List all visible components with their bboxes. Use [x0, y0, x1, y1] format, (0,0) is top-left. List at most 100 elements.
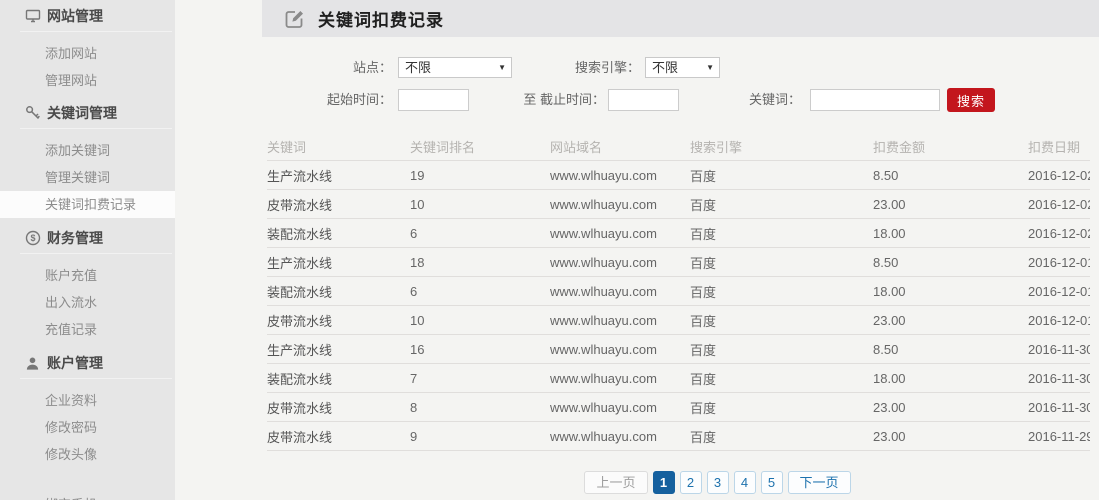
cell-amount: 18.00	[873, 226, 1028, 241]
pagination-page-4[interactable]: 4	[734, 471, 756, 494]
table-row: 生产流水线18www.wlhuayu.com百度8.502016-12-01	[267, 248, 1090, 277]
cell-engine: 百度	[690, 398, 873, 417]
sidebar-section-header: 账户管理	[0, 354, 175, 372]
sidebar-item-0-0[interactable]: 添加网站	[0, 40, 175, 67]
cell-date: 2016-12-02	[1028, 226, 1090, 241]
keyword-input[interactable]	[810, 89, 940, 111]
cell-amount: 8.50	[873, 255, 1028, 270]
column-header-1: 关键词排名	[410, 137, 550, 156]
sidebar-item-2-1[interactable]: 出入流水	[0, 289, 175, 316]
cell-rank: 8	[410, 400, 550, 415]
cell-rank: 18	[410, 255, 550, 270]
cell-keyword: 皮带流水线	[267, 427, 410, 446]
cell-domain: www.wlhuayu.com	[550, 284, 690, 299]
cell-keyword: 生产流水线	[267, 340, 410, 359]
cell-engine: 百度	[690, 282, 873, 301]
cell-amount: 23.00	[873, 313, 1028, 328]
table-row: 生产流水线19www.wlhuayu.com百度8.502016-12-02	[267, 161, 1090, 190]
sidebar-section-header: $ 财务管理	[0, 229, 175, 247]
sidebar-item-1-0[interactable]: 添加关键词	[0, 137, 175, 164]
end-time-input[interactable]	[608, 89, 679, 111]
cell-keyword: 装配流水线	[267, 369, 410, 388]
sidebar: 网站管理 添加网站管理网站 关键词管理 添加关键词管理关键词关键词扣费记录 $ …	[0, 0, 175, 500]
engine-select-value: 不限	[652, 60, 678, 75]
cell-engine: 百度	[690, 224, 873, 243]
table-row: 皮带流水线8www.wlhuayu.com百度23.002016-11-30	[267, 393, 1090, 422]
sidebar-section-header: 关键词管理	[0, 104, 175, 122]
sidebar-item-1-1[interactable]: 管理关键词	[0, 164, 175, 191]
cell-date: 2016-11-30	[1028, 342, 1090, 357]
cell-keyword: 皮带流水线	[267, 311, 410, 330]
sidebar-item-3-0[interactable]: 企业资料	[0, 387, 175, 414]
cell-engine: 百度	[690, 369, 873, 388]
cell-engine: 百度	[690, 340, 873, 359]
cell-keyword: 装配流水线	[267, 282, 410, 301]
sidebar-item-0-1[interactable]: 管理网站	[0, 67, 175, 94]
cell-keyword: 生产流水线	[267, 166, 410, 185]
pagination-prev-button[interactable]: 上一页	[584, 471, 647, 494]
cell-keyword: 生产流水线	[267, 253, 410, 272]
start-time-label: 起始时间：	[308, 89, 392, 111]
records-table: 关键词关键词排名网站域名搜索引擎扣费金额扣费日期 生产流水线19www.wlhu…	[267, 132, 1090, 451]
sidebar-item-1-2[interactable]: 关键词扣费记录	[0, 191, 175, 218]
cell-domain: www.wlhuayu.com	[550, 400, 690, 415]
sidebar-item-2-2[interactable]: 充值记录	[0, 316, 175, 343]
cell-date: 2016-11-29	[1028, 429, 1090, 444]
cell-rank: 16	[410, 342, 550, 357]
engine-filter-label: 搜索引擎：	[555, 57, 640, 79]
cell-rank: 7	[410, 371, 550, 386]
cell-domain: www.wlhuayu.com	[550, 313, 690, 328]
cell-amount: 23.00	[873, 429, 1028, 444]
engine-select[interactable]: 不限 ▼	[645, 57, 720, 78]
cell-amount: 18.00	[873, 284, 1028, 299]
cell-engine: 百度	[690, 166, 873, 185]
svg-text:$: $	[30, 233, 35, 243]
cell-domain: www.wlhuayu.com	[550, 168, 690, 183]
table-body: 生产流水线19www.wlhuayu.com百度8.502016-12-02皮带…	[267, 161, 1090, 451]
pagination-page-1[interactable]: 1	[653, 471, 675, 494]
start-time-input[interactable]	[398, 89, 469, 111]
sidebar-item-partial[interactable]: 绑定手机	[45, 494, 97, 500]
site-filter-label: 站点：	[328, 57, 392, 79]
cell-keyword: 装配流水线	[267, 224, 410, 243]
table-header-row: 关键词关键词排名网站域名搜索引擎扣费金额扣费日期	[267, 132, 1090, 161]
cell-amount: 18.00	[873, 371, 1028, 386]
pagination-next-button[interactable]: 下一页	[788, 471, 851, 494]
divider	[20, 128, 172, 129]
cell-rank: 9	[410, 429, 550, 444]
monitor-icon	[24, 8, 41, 25]
column-header-0: 关键词	[267, 137, 410, 156]
cell-date: 2016-12-01	[1028, 284, 1090, 299]
cell-date: 2016-12-01	[1028, 313, 1090, 328]
cell-rank: 10	[410, 313, 550, 328]
table-row: 皮带流水线9www.wlhuayu.com百度23.002016-11-29	[267, 422, 1090, 451]
sidebar-item-2-0[interactable]: 账户充值	[0, 262, 175, 289]
divider	[20, 378, 172, 379]
filter-panel: 站点： 不限 ▼ 搜索引擎： 不限 ▼ 起始时间： 至 截止时间： 关键词： 搜…	[262, 0, 1100, 125]
table-row: 皮带流水线10www.wlhuayu.com百度23.002016-12-02	[267, 190, 1090, 219]
keyword-filter-label: 关键词：	[728, 89, 801, 111]
cell-date: 2016-11-30	[1028, 371, 1090, 386]
pagination-page-2[interactable]: 2	[680, 471, 702, 494]
pagination-page-3[interactable]: 3	[707, 471, 729, 494]
cell-date: 2016-12-01	[1028, 255, 1090, 270]
cell-date: 2016-12-02	[1028, 197, 1090, 212]
sidebar-item-3-2[interactable]: 修改头像	[0, 441, 175, 468]
site-select[interactable]: 不限 ▼	[398, 57, 512, 78]
cell-keyword: 皮带流水线	[267, 195, 410, 214]
sidebar-sections: 网站管理 添加网站管理网站 关键词管理 添加关键词管理关键词关键词扣费记录 $ …	[0, 7, 175, 468]
cell-engine: 百度	[690, 427, 873, 446]
cell-domain: www.wlhuayu.com	[550, 342, 690, 357]
cell-date: 2016-11-30	[1028, 400, 1090, 415]
search-button[interactable]: 搜索	[947, 88, 995, 112]
chevron-down-icon: ▼	[706, 58, 714, 78]
sidebar-item-3-1[interactable]: 修改密码	[0, 414, 175, 441]
cell-rank: 6	[410, 226, 550, 241]
cell-engine: 百度	[690, 311, 873, 330]
table-row: 装配流水线7www.wlhuayu.com百度18.002016-11-30	[267, 364, 1090, 393]
column-header-2: 网站域名	[550, 137, 690, 156]
cell-domain: www.wlhuayu.com	[550, 429, 690, 444]
cell-engine: 百度	[690, 253, 873, 272]
pagination-page-5[interactable]: 5	[761, 471, 783, 494]
cell-amount: 23.00	[873, 197, 1028, 212]
